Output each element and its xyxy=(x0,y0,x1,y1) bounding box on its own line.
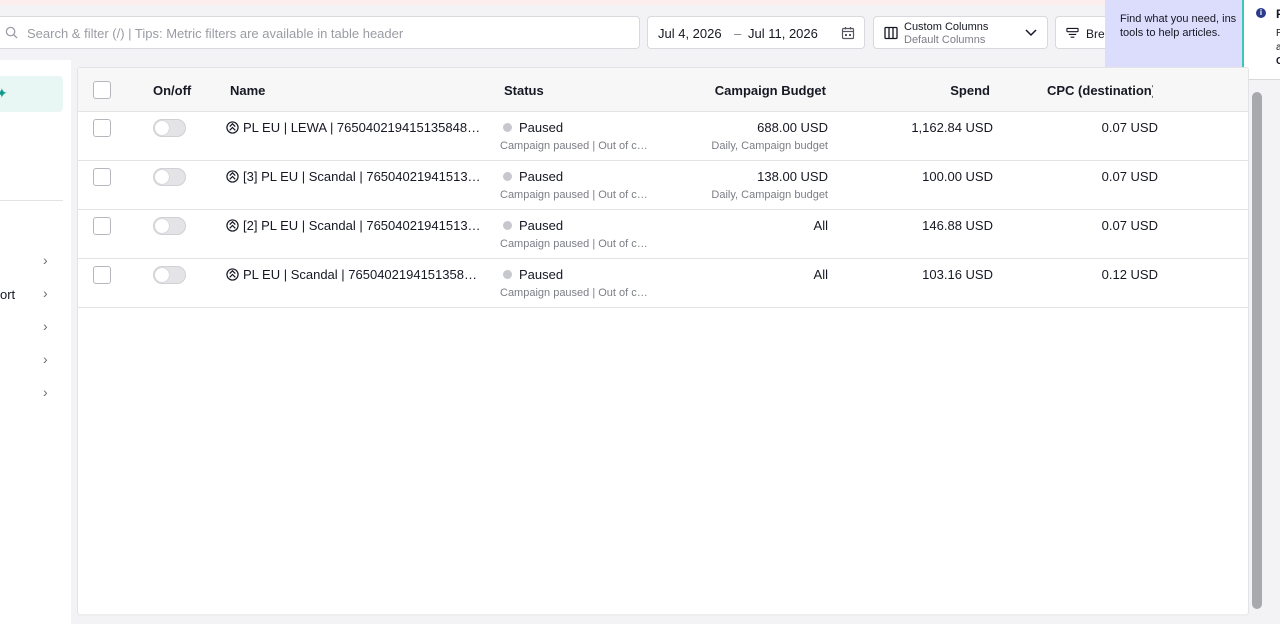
campaign-status: Paused xyxy=(519,120,564,135)
table-row[interactable]: PL EU | Scandal | 7650402194151358… Pause… xyxy=(78,259,1248,308)
search-icon xyxy=(5,26,18,39)
columns-title: Custom Columns xyxy=(904,21,989,33)
help-line-1: Find what you need, ins xyxy=(1120,13,1237,25)
sidebar-divider xyxy=(0,200,63,201)
header-campaign-budget[interactable]: Campaign Budget xyxy=(715,83,826,98)
sidebar-item-label[interactable]: ort xyxy=(0,287,15,302)
campaign-type-icon xyxy=(226,268,239,281)
search-placeholder: Search & filter (/) | Tips: Metric filte… xyxy=(27,26,404,41)
campaign-star-icon: ✦ xyxy=(0,85,8,101)
campaign-status-detail: Campaign paused | Out of c… xyxy=(500,140,648,152)
campaign-name[interactable]: PL EU | LEWA | 765040219415135848… xyxy=(243,120,480,135)
table-footer-bar xyxy=(78,614,1248,616)
chevron-right-icon[interactable]: › xyxy=(43,253,55,267)
row-checkbox[interactable] xyxy=(93,119,111,137)
row-checkbox[interactable] xyxy=(93,168,111,186)
info-panel-line-1: R xyxy=(1276,28,1280,39)
scrollbar-thumb[interactable] xyxy=(1252,92,1262,609)
campaign-cpc: 0.07 USD xyxy=(1101,218,1158,233)
status-dot xyxy=(503,221,512,230)
toggle-knob xyxy=(155,219,169,233)
campaign-budget-detail: Daily, Campaign budget xyxy=(711,189,828,201)
row-checkbox[interactable] xyxy=(93,217,111,235)
breakdown-icon xyxy=(1066,27,1079,38)
campaign-type-icon xyxy=(226,170,239,183)
campaign-toggle[interactable] xyxy=(153,119,186,137)
custom-columns-dropdown[interactable]: Custom Columns Default Columns xyxy=(873,16,1048,49)
help-popover-text: Find what you need, ins tools to help ar… xyxy=(1120,12,1250,40)
campaign-budget: 688.00 USD xyxy=(757,120,828,135)
info-panel-title: F xyxy=(1276,7,1280,21)
chevron-right-icon[interactable]: › xyxy=(43,319,55,333)
campaign-name[interactable]: PL EU | Scandal | 7650402194151358… xyxy=(243,267,477,282)
header-name[interactable]: Name xyxy=(230,83,265,98)
chevron-down-icon xyxy=(1025,29,1037,37)
campaign-toggle[interactable] xyxy=(153,168,186,186)
sidebar-item-active[interactable]: ✦ xyxy=(0,76,63,112)
search-filter-input[interactable]: Search & filter (/) | Tips: Metric filte… xyxy=(0,16,640,49)
campaign-name[interactable]: [3] PL EU | Scandal | 76504021941513… xyxy=(243,169,481,184)
status-dot xyxy=(503,270,512,279)
campaign-cpc: 0.07 USD xyxy=(1101,169,1158,184)
toggle-knob xyxy=(155,121,169,135)
left-sidebar: ✦ › ort › › › › xyxy=(0,60,71,624)
campaign-name[interactable]: [2] PL EU | Scandal | 76504021941513… xyxy=(243,218,481,233)
chevron-right-icon[interactable]: › xyxy=(43,286,55,300)
toggle-knob xyxy=(155,268,169,282)
select-all-checkbox[interactable] xyxy=(93,81,111,99)
calendar-icon xyxy=(841,27,855,40)
status-dot xyxy=(503,172,512,181)
info-panel-line-3: C xyxy=(1276,56,1280,67)
campaign-budget: All xyxy=(813,218,828,233)
campaign-status: Paused xyxy=(519,267,564,282)
row-checkbox[interactable] xyxy=(93,266,111,284)
campaign-spend: 146.88 USD xyxy=(922,218,993,233)
campaign-status: Paused xyxy=(519,218,564,233)
header-cpc[interactable]: CPC (destination) xyxy=(1047,83,1153,98)
date-end: Jul 11, 2026 xyxy=(748,26,818,41)
campaign-status-detail: Campaign paused | Out of c… xyxy=(500,189,648,201)
help-line-2: tools to help articles. xyxy=(1120,27,1221,39)
chevron-right-icon[interactable]: › xyxy=(43,352,55,366)
campaign-status-detail: Campaign paused | Out of c… xyxy=(500,238,648,250)
campaign-budget: All xyxy=(813,267,828,282)
info-panel-line-2: a xyxy=(1276,42,1280,53)
campaign-spend: 1,162.84 USD xyxy=(911,120,993,135)
table-row[interactable]: PL EU | LEWA | 765040219415135848… Paused… xyxy=(78,112,1248,161)
info-icon: i xyxy=(1256,8,1266,18)
campaign-status: Paused xyxy=(519,169,564,184)
campaign-type-icon xyxy=(226,121,239,134)
header-spend[interactable]: Spend xyxy=(950,83,990,98)
campaign-spend: 100.00 USD xyxy=(922,169,993,184)
campaign-budget: 138.00 USD xyxy=(757,169,828,184)
campaign-type-icon xyxy=(226,219,239,232)
columns-selected: Default Columns xyxy=(904,34,986,46)
campaign-toggle[interactable] xyxy=(153,217,186,235)
header-onoff[interactable]: On/off xyxy=(153,83,191,98)
table-row[interactable]: [3] PL EU | Scandal | 76504021941513… Pau… xyxy=(78,161,1248,210)
date-range-picker[interactable]: Jul 4, 2026 – Jul 11, 2026 xyxy=(647,16,865,49)
top-alert-strip xyxy=(0,0,1280,5)
campaign-cpc: 0.12 USD xyxy=(1101,267,1158,282)
date-separator: – xyxy=(734,26,742,41)
header-status[interactable]: Status xyxy=(504,83,544,98)
toggle-knob xyxy=(155,170,169,184)
campaign-table: On/off Name Status Campaign Budget Spend… xyxy=(77,67,1249,616)
campaign-toggle[interactable] xyxy=(153,266,186,284)
chevron-right-icon[interactable]: › xyxy=(43,385,55,399)
campaign-spend: 103.16 USD xyxy=(922,267,993,282)
columns-icon xyxy=(884,26,898,40)
campaign-status-detail: Campaign paused | Out of c… xyxy=(500,287,648,299)
status-dot xyxy=(503,123,512,132)
campaign-cpc: 0.07 USD xyxy=(1101,120,1158,135)
table-header: On/off Name Status Campaign Budget Spend… xyxy=(78,68,1248,112)
table-row[interactable]: [2] PL EU | Scandal | 76504021941513… Pau… xyxy=(78,210,1248,259)
campaign-budget-detail: Daily, Campaign budget xyxy=(711,140,828,152)
date-start: Jul 4, 2026 xyxy=(658,26,722,41)
